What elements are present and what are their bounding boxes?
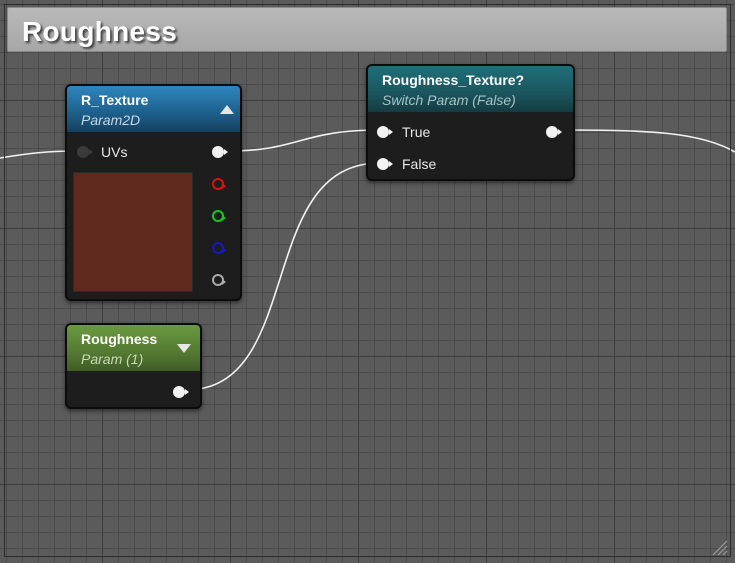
texture-preview — [73, 172, 193, 292]
false-input-pin[interactable] — [377, 158, 393, 170]
switch-node-title: Roughness_Texture? — [382, 72, 525, 88]
r-output-pin[interactable] — [212, 178, 226, 190]
uvs-input-label: UVs — [101, 144, 128, 160]
texture-node-title: R_Texture — [81, 92, 149, 108]
a-output-pin[interactable] — [212, 274, 226, 286]
rgb-output-pin[interactable] — [212, 146, 228, 158]
true-input-pin[interactable] — [377, 126, 393, 138]
uvs-input-pin[interactable] — [77, 146, 93, 158]
g-output-pin[interactable] — [212, 210, 226, 222]
roughness-node-subtitle: Param (1) — [81, 351, 144, 367]
roughness-output-pin[interactable] — [173, 386, 189, 398]
roughness-node-title: Roughness — [81, 331, 158, 347]
collapse-arrow-icon[interactable] — [220, 105, 234, 114]
switch-node[interactable]: Roughness_Texture? Switch Param (False) … — [366, 64, 575, 181]
resize-grip-icon[interactable] — [709, 537, 729, 557]
texture-node-subtitle: Param2D — [81, 112, 141, 128]
roughness-node[interactable]: Roughness Param (1) — [65, 323, 202, 409]
true-input-label: True — [402, 124, 431, 140]
switch-output-pin[interactable] — [546, 126, 562, 138]
b-output-pin[interactable] — [212, 242, 226, 254]
comment-title: Roughness — [22, 16, 178, 47]
switch-node-subtitle: Switch Param (False) — [382, 92, 516, 108]
texture-node[interactable]: R_Texture Param2D UVs — [65, 84, 242, 301]
comment-header[interactable]: Roughness — [7, 7, 727, 52]
expand-arrow-icon[interactable] — [177, 344, 191, 353]
false-input-label: False — [402, 156, 437, 172]
